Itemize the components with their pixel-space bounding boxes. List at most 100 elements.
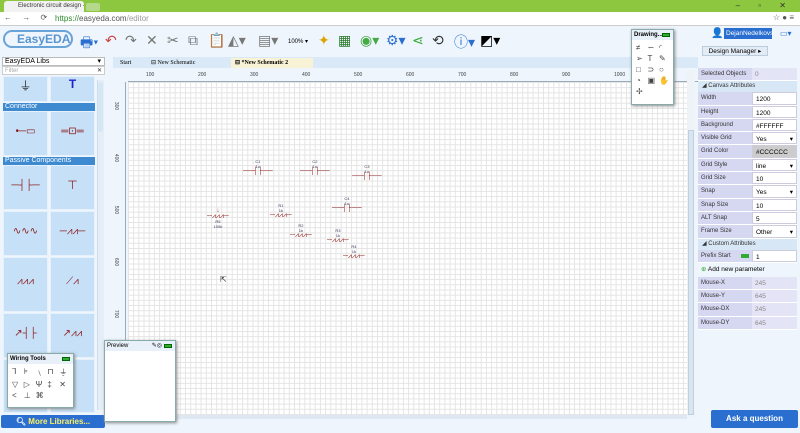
- clear-icon[interactable]: ✕: [97, 67, 104, 75]
- power-icon[interactable]: ▽: [12, 380, 22, 389]
- simulate-icon[interactable]: ◉▾: [360, 32, 379, 49]
- arc-icon[interactable]: ◜: [659, 43, 669, 52]
- resistor-r4[interactable]: R4 1k ─⩘⩘⩘─: [343, 244, 365, 260]
- nav-buttons[interactable]: ← → ⟳: [4, 13, 51, 22]
- bus-entry-icon[interactable]: ﹨: [36, 367, 46, 378]
- category-connector[interactable]: Connector: [3, 103, 95, 111]
- ground-icon[interactable]: ⏚: [59, 367, 69, 378]
- window-controls[interactable]: – ▫ ✕: [736, 1, 794, 10]
- group-icon[interactable]: ⌘: [36, 391, 46, 400]
- prop-value[interactable]: 10: [752, 198, 797, 211]
- wand-icon[interactable]: ✦: [318, 32, 330, 49]
- ellipse-icon[interactable]: ○: [659, 65, 669, 74]
- netport-icon[interactable]: ▷: [24, 380, 34, 389]
- url-field[interactable]: https://easyeda.com/editor: [55, 14, 149, 23]
- minimize-icon[interactable]: [662, 33, 670, 37]
- pcb-icon[interactable]: ▦: [338, 32, 351, 49]
- prop-value[interactable]: Other ▾: [752, 225, 797, 238]
- lib-resistor[interactable]: ⩘⩘⩘: [3, 257, 48, 312]
- polygon-icon[interactable]: ⊃: [648, 65, 658, 74]
- share-icon[interactable]: ⋖: [412, 32, 424, 49]
- minimize-icon[interactable]: [62, 357, 70, 361]
- pencil-icon[interactable]: ✎: [659, 54, 669, 63]
- canvas-hscrollbar[interactable]: [128, 415, 687, 419]
- pin-connect-icon[interactable]: ⊥: [24, 391, 34, 400]
- tab-start[interactable]: Start: [116, 58, 146, 68]
- theme-icon[interactable]: ◩▾: [480, 32, 500, 49]
- copy-icon[interactable]: ⧉: [188, 32, 198, 49]
- prop-value[interactable]: 1200: [752, 105, 797, 118]
- arrow-icon[interactable]: ➢: [636, 54, 646, 63]
- voltage-probe-icon[interactable]: <: [12, 391, 22, 400]
- custom-attributes-header[interactable]: ◢ Custom Attributes: [698, 238, 797, 250]
- lib-capacitor[interactable]: ─┤├─: [3, 165, 48, 210]
- resistor-r1[interactable]: R1 1k ─⩘⩘⩘─: [270, 203, 292, 219]
- layout-menu-icon[interactable]: ▭▾: [780, 29, 792, 38]
- capacitor-c3[interactable]: C3 1u ──┤├──: [352, 164, 382, 180]
- prop-value[interactable]: Yes ▾: [752, 185, 797, 198]
- capacitor-c2[interactable]: C2 1u ──┤├──: [300, 159, 330, 175]
- tab-new-schematic-2[interactable]: ⊟ *New Schematic 2: [231, 58, 313, 68]
- prop-value[interactable]: 1200: [752, 92, 797, 105]
- toggle-icon[interactable]: [741, 253, 749, 258]
- align-icon[interactable]: ▤▾: [258, 32, 278, 49]
- edit-icon[interactable]: ✎◎: [152, 342, 162, 349]
- library-select[interactable]: EasyEDA Libs ▾: [2, 57, 105, 66]
- prop-value[interactable]: 10: [752, 172, 797, 185]
- hand-icon[interactable]: ✋: [659, 76, 669, 85]
- tab-new-schematic[interactable]: ⊟ New Schematic: [147, 58, 229, 68]
- junction-icon[interactable]: ‡: [47, 380, 57, 389]
- lib-polarized-capacitor[interactable]: ⊤: [50, 165, 95, 210]
- canvas-attributes-header[interactable]: ◢ Canvas Attributes: [698, 81, 797, 93]
- prefix-start-input[interactable]: 1: [752, 249, 797, 262]
- rectangle-icon[interactable]: □: [636, 65, 646, 74]
- lib-ground[interactable]: ⏚: [3, 76, 48, 102]
- library-scroll-thumb[interactable]: [98, 82, 103, 132]
- user-name-button[interactable]: DejanNedelkovs: [724, 28, 773, 39]
- pie-icon[interactable]: ◔: [636, 76, 646, 85]
- lib-resistor-vertical[interactable]: ⟋⩘: [50, 257, 95, 312]
- lib-variable-capacitor[interactable]: ↗┤├: [3, 313, 48, 358]
- lib-connector-2[interactable]: ═⊡═: [50, 111, 95, 156]
- resistor-r2[interactable]: R2 1k ─⩘⩘⩘─: [290, 223, 312, 239]
- ask-question-button[interactable]: Ask a question: [711, 410, 798, 428]
- browser-tab[interactable]: Electronic circuit design -: [4, 1, 84, 12]
- history-icon[interactable]: ⟲: [432, 32, 444, 49]
- origin-icon[interactable]: ✢: [636, 87, 646, 96]
- design-manager-button[interactable]: Design Manager ▸: [702, 46, 768, 56]
- delete-icon[interactable]: ✕: [146, 32, 158, 49]
- more-libraries-button[interactable]: 🔍︎ More Libraries...: [1, 415, 105, 428]
- resistor-r3[interactable]: R3 1k ─⩘⩘⩘─: [327, 228, 349, 244]
- prop-value[interactable]: #CCCCCC: [752, 145, 797, 158]
- prop-value[interactable]: 5: [752, 211, 797, 225]
- category-passive[interactable]: Passive Components: [3, 157, 95, 165]
- prop-value[interactable]: #FFFFFF: [752, 118, 797, 132]
- new-tab-button[interactable]: [86, 3, 100, 11]
- netlabel-icon[interactable]: ⊓: [47, 367, 57, 378]
- image-icon[interactable]: ▣: [648, 76, 658, 85]
- lib-potentiometer[interactable]: ─⩘⩘─: [50, 211, 95, 256]
- wire-icon[interactable]: ≠: [636, 43, 646, 52]
- minimize-icon[interactable]: [164, 344, 172, 348]
- paste-icon[interactable]: 📋: [208, 32, 225, 49]
- bezier-icon[interactable]: ∽: [648, 43, 658, 52]
- filter-input[interactable]: Filter ✕: [2, 66, 105, 75]
- easyeda-logo[interactable]: EasyEDA: [3, 30, 73, 48]
- zoom-select[interactable]: 100% ▾: [288, 38, 308, 45]
- info-icon[interactable]: ⓘ▾: [454, 32, 475, 52]
- potentiometer-r5[interactable]: ↓ ─⩘⩘⩘─ R5 100k: [207, 208, 229, 229]
- prop-value[interactable]: Yes ▾: [752, 132, 797, 145]
- undo-icon[interactable]: ↶: [105, 32, 117, 49]
- pin-icon[interactable]: Ψ: [36, 380, 46, 389]
- bus-icon[interactable]: ⊧: [24, 367, 34, 378]
- capacitor-c4[interactable]: C4 1u ──┤├──: [332, 196, 362, 212]
- settings-gear-icon[interactable]: ⚙▾: [386, 32, 406, 49]
- wire-icon[interactable]: ⅂: [12, 367, 22, 378]
- print-icon[interactable]: 🖶▾: [80, 32, 98, 56]
- lib-variable-resistor[interactable]: ↗⩘⩘: [50, 313, 95, 358]
- no-connect-icon[interactable]: ✕: [59, 380, 69, 389]
- add-parameter-button[interactable]: ⊕ Add new parameter: [698, 263, 797, 277]
- lib-connector-1[interactable]: •─▭: [3, 111, 48, 156]
- canvas-scroll-thumb[interactable]: [688, 130, 694, 415]
- rotate-icon[interactable]: ◭▾: [228, 32, 246, 49]
